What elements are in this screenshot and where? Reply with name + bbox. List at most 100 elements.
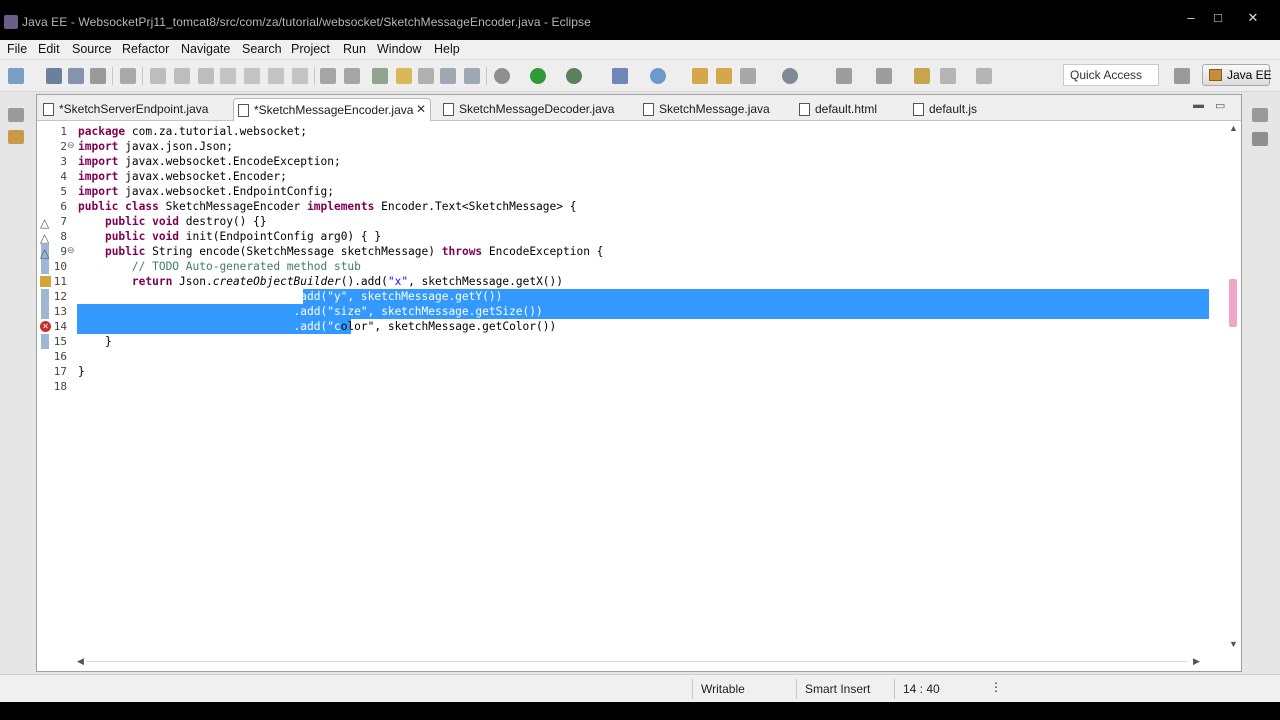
code-text: // TODO Auto-generated method stub <box>131 260 361 273</box>
web-browser-icon[interactable] <box>464 68 480 84</box>
fold-icon[interactable]: ⊖ <box>67 245 75 256</box>
left-trim-stack <box>4 98 30 158</box>
scroll-left-icon[interactable]: ◀ <box>77 656 84 667</box>
package-explorer-icon[interactable] <box>8 130 24 144</box>
new-class-icon[interactable] <box>650 68 666 84</box>
maximize-button[interactable]: □ <box>1205 10 1231 25</box>
globe-icon[interactable] <box>782 68 798 84</box>
menu-project[interactable]: Project <box>291 42 330 56</box>
quick-access-input[interactable]: Quick Access <box>1063 64 1159 86</box>
save-all-icon[interactable] <box>68 68 84 84</box>
menu-search[interactable]: Search <box>242 42 282 56</box>
code-text: .add("size", sketchMessage.getSize()) <box>78 305 543 318</box>
toolbar-separator <box>142 67 143 85</box>
code-text-area[interactable]: 1 package com.za.tutorial.websocket; 2 ⊖… <box>37 121 1241 651</box>
scrollbar-thumb[interactable] <box>1229 279 1237 327</box>
minimize-button[interactable]: – <box>1178 10 1204 25</box>
maximize-editor-icon[interactable]: ▭ <box>1215 99 1225 112</box>
vertical-scrollbar[interactable]: ▲ ▼ <box>1225 121 1241 651</box>
step-into-icon[interactable] <box>244 68 260 84</box>
last-edit-icon[interactable] <box>914 68 930 84</box>
resume-icon[interactable] <box>150 68 166 84</box>
tab-sketch-message[interactable]: SketchMessage.java <box>639 98 789 121</box>
back-icon[interactable] <box>940 68 956 84</box>
menu-run[interactable]: Run <box>343 42 366 56</box>
menu-source[interactable]: Source <box>72 42 112 56</box>
new-java-project-icon[interactable] <box>612 68 628 84</box>
server-icon[interactable] <box>494 68 510 84</box>
open-folder-icon[interactable] <box>692 68 708 84</box>
menu-refactor[interactable]: Refactor <box>122 42 169 56</box>
open-type-icon[interactable] <box>372 68 388 84</box>
search-tool-icon[interactable] <box>740 68 756 84</box>
line-number: 5 <box>60 185 67 198</box>
code-line: 3 import javax.websocket.EncodeException… <box>37 154 1241 169</box>
menu-help[interactable]: Help <box>434 42 460 56</box>
line-number: 10 <box>53 260 67 273</box>
use-step-filters-icon[interactable] <box>344 68 360 84</box>
fold-icon[interactable]: ⊖ <box>67 140 75 151</box>
suspend-icon[interactable] <box>174 68 190 84</box>
tab-sketch-server-endpoint[interactable]: *SketchServerEndpoint.java <box>39 98 229 121</box>
step-return-icon[interactable] <box>292 68 308 84</box>
tab-default-html[interactable]: default.html <box>795 98 905 121</box>
toolbar-separator <box>314 67 315 85</box>
tools-icon[interactable] <box>120 68 136 84</box>
menu-window[interactable]: Window <box>377 42 421 56</box>
forward-icon[interactable] <box>976 68 992 84</box>
minimize-editor-icon[interactable]: ▬ <box>1193 99 1204 111</box>
print-icon[interactable] <box>90 68 106 84</box>
code-line: △ 7 public void destroy() {} <box>37 214 1241 230</box>
open-perspective-icon[interactable] <box>1174 68 1190 84</box>
status-insert-mode[interactable]: Smart Insert <box>805 682 870 696</box>
show-whitespace-icon[interactable] <box>440 68 456 84</box>
toolbar-separator <box>486 67 487 85</box>
new-icon[interactable] <box>8 68 24 84</box>
java-file-icon <box>43 103 54 116</box>
outline-icon[interactable] <box>1252 132 1268 146</box>
line-number: 4 <box>60 170 67 183</box>
java-ee-perspective-button[interactable]: Java EE <box>1202 64 1272 86</box>
tab-sketch-message-decoder[interactable]: SketchMessageDecoder.java <box>439 98 629 121</box>
disconnect-icon[interactable] <box>220 68 236 84</box>
tab-sketch-message-encoder[interactable]: *SketchMessageEncoder.java ✕ <box>233 98 431 121</box>
screen-bottom <box>0 702 1280 720</box>
menu-file[interactable]: File <box>7 42 27 56</box>
code-line: △ 9 ⊖ public String encode(SketchMessage… <box>37 244 1241 260</box>
code-text: import javax.websocket.EncodeException; <box>78 155 341 168</box>
scroll-right-icon[interactable]: ▶ <box>1193 656 1200 667</box>
scroll-track[interactable] <box>87 661 1187 662</box>
code-text: } <box>78 365 85 378</box>
error-icon[interactable]: ✕ <box>40 321 51 332</box>
code-text: } <box>78 335 112 348</box>
status-menu-icon[interactable]: ⋮ <box>990 680 1002 694</box>
warning-icon[interactable] <box>40 276 51 287</box>
menu-navigate[interactable]: Navigate <box>181 42 230 56</box>
step-over-icon[interactable] <box>268 68 284 84</box>
menu-edit[interactable]: Edit <box>38 42 60 56</box>
status-bar: Writable Smart Insert 14 : 40 ⋮ <box>0 674 1280 702</box>
close-window-button[interactable]: ✕ <box>1240 10 1266 26</box>
scroll-up-icon[interactable]: ▲ <box>1229 123 1238 133</box>
close-tab-icon[interactable]: ✕ <box>416 102 426 116</box>
toggle-block-selection-icon[interactable] <box>418 68 434 84</box>
tab-label: *SketchMessageEncoder.java <box>254 103 414 117</box>
debug-icon[interactable] <box>566 68 582 84</box>
code-line: 16 <box>37 349 1241 364</box>
terminate-icon[interactable] <box>198 68 214 84</box>
run-icon[interactable] <box>530 68 546 84</box>
open-file-icon[interactable] <box>716 68 732 84</box>
restore-view-icon[interactable] <box>8 108 24 122</box>
next-annotation-icon[interactable] <box>836 68 852 84</box>
line-number: 15 <box>53 335 67 348</box>
previous-annotation-icon[interactable] <box>876 68 892 84</box>
horizontal-scrollbar[interactable]: ◀ ▶ <box>77 655 1201 669</box>
scroll-down-icon[interactable]: ▼ <box>1229 639 1238 649</box>
code-text: import javax.json.Json; <box>78 140 233 153</box>
save-icon[interactable] <box>46 68 62 84</box>
line-number: 11 <box>53 275 67 288</box>
toggle-mark-occurrences-icon[interactable] <box>396 68 412 84</box>
tab-default-js[interactable]: default.js <box>909 98 1009 121</box>
restore-right-icon[interactable] <box>1252 108 1268 122</box>
drop-frame-icon[interactable] <box>320 68 336 84</box>
